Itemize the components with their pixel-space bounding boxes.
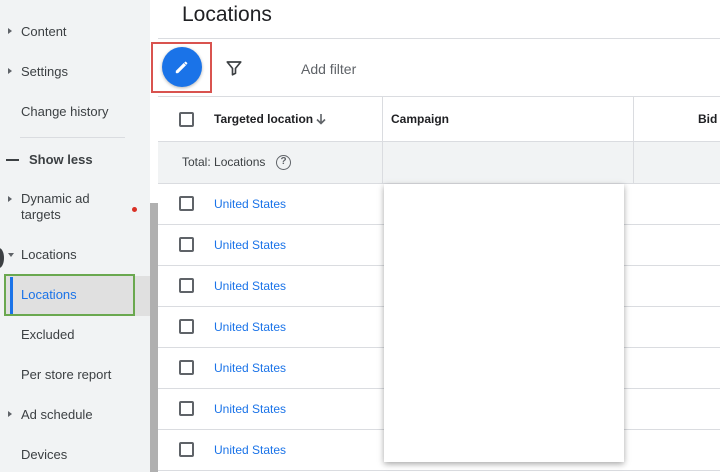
- sidebar-item-locations-parent[interactable]: Locations: [0, 247, 150, 263]
- row-checkbox[interactable]: [179, 319, 194, 334]
- sidebar-scrollbar-thumb[interactable]: [150, 203, 158, 472]
- notification-dot: [132, 207, 137, 212]
- caret-right-icon: [8, 196, 12, 202]
- location-link[interactable]: United States: [214, 443, 286, 457]
- caret-right-icon: [8, 411, 12, 417]
- sidebar-item-dynamic-ad-targets[interactable]: Dynamic ad targets: [0, 191, 150, 223]
- row-checkbox[interactable]: [179, 360, 194, 375]
- location-link[interactable]: United States: [214, 238, 286, 252]
- sidebar-item-ad-schedule[interactable]: Ad schedule: [0, 407, 150, 423]
- sidebar-show-less[interactable]: Show less: [0, 152, 150, 168]
- row-checkbox[interactable]: [179, 237, 194, 252]
- caret-down-icon: [8, 253, 14, 257]
- location-link[interactable]: United States: [214, 320, 286, 334]
- help-icon[interactable]: ?: [276, 155, 291, 170]
- column-header-campaign[interactable]: Campaign: [391, 112, 449, 126]
- highlight-box-green: [4, 274, 135, 316]
- sidebar-item-excluded[interactable]: Excluded: [0, 327, 150, 343]
- location-link[interactable]: United States: [214, 402, 286, 416]
- sidebar-item-label: Excluded: [21, 327, 75, 342]
- sidebar-item-label: Per store report: [21, 367, 112, 382]
- sidebar-item-label: Settings: [21, 64, 68, 79]
- row-checkbox[interactable]: [179, 442, 194, 457]
- page-title: Locations: [182, 3, 272, 26]
- sidebar-nav: Content Settings Change history Show les…: [0, 0, 150, 472]
- sidebar-item-devices[interactable]: Devices: [0, 447, 150, 463]
- caret-right-icon: [8, 68, 12, 74]
- caret-right-icon: [8, 28, 12, 34]
- sidebar-item-per-store-report[interactable]: Per store report: [0, 367, 150, 383]
- column-header-targeted-location[interactable]: Targeted location: [214, 112, 313, 126]
- header-divider: [158, 38, 720, 39]
- select-all-checkbox[interactable]: [179, 112, 194, 127]
- sidebar-item-label: Ad schedule: [21, 407, 93, 422]
- location-link[interactable]: United States: [214, 197, 286, 211]
- location-link[interactable]: United States: [214, 279, 286, 293]
- sidebar-item-label: Devices: [21, 447, 68, 462]
- edit-button[interactable]: [162, 47, 202, 87]
- sidebar-divider: [20, 137, 125, 138]
- sidebar-item-label-line2: targets: [21, 207, 61, 222]
- column-separator: [633, 96, 634, 184]
- minus-icon: [6, 159, 19, 161]
- sidebar-item-label: Content: [21, 24, 67, 39]
- sidebar-item-label-line1: Dynamic ad: [21, 191, 90, 206]
- funnel-icon[interactable]: [225, 59, 243, 77]
- sidebar-item-label: Show less: [29, 152, 93, 167]
- column-header-bid[interactable]: Bid: [698, 112, 717, 126]
- column-separator: [382, 96, 383, 184]
- location-link[interactable]: United States: [214, 361, 286, 375]
- row-checkbox[interactable]: [179, 278, 194, 293]
- arrow-down-icon[interactable]: [314, 112, 328, 126]
- pencil-icon: [175, 61, 188, 74]
- add-filter-button[interactable]: Add filter: [301, 61, 356, 77]
- sidebar-item-change-history[interactable]: Change history: [0, 104, 150, 120]
- total-label: Total: Locations: [182, 155, 266, 169]
- sidebar-item-label: Locations: [21, 247, 77, 262]
- row-checkbox[interactable]: [179, 401, 194, 416]
- sidebar-item-label: Change history: [21, 104, 109, 119]
- sidebar-item-settings[interactable]: Settings: [0, 64, 150, 80]
- sidebar-item-content[interactable]: Content: [0, 24, 150, 40]
- campaign-dropdown-popup[interactable]: [384, 184, 624, 462]
- row-checkbox[interactable]: [179, 196, 194, 211]
